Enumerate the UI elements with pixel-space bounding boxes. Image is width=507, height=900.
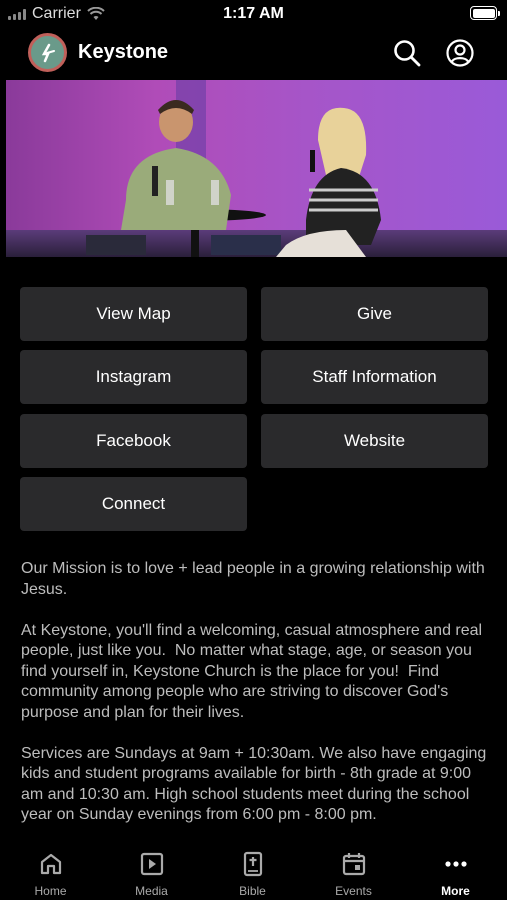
battery-icon [470,6,500,20]
tab-home[interactable]: Home [0,845,101,900]
more-icon [444,861,467,867]
app-title: Keystone [78,41,169,63]
welcome-paragraph: At Keystone, you'll find a welcoming, ca… [21,621,487,721]
search-icon[interactable] [392,38,422,68]
tab-events-label: Events [335,884,372,898]
mission-paragraph: Our Mission is to love + lead people in … [21,560,490,598]
app-logo [28,33,67,72]
hero-photo [6,80,507,257]
tab-bar: Home Media Bible Events More [0,845,507,900]
connect-button[interactable]: Connect [20,477,247,531]
services-paragraph: Services are Sundays at 9am + 10:30am. W… [21,744,491,824]
staff-information-button[interactable]: Staff Information [261,350,488,404]
tab-media[interactable]: Media [101,845,202,900]
nav-bar: Keystone [0,28,507,78]
hero-image [6,80,507,257]
tab-events[interactable]: Events [303,845,404,900]
tab-more[interactable]: More [405,845,506,900]
tab-media-label: Media [135,884,168,898]
bible-icon [243,851,262,877]
tab-bible-label: Bible [239,884,266,898]
home-icon [40,853,61,875]
tab-more-label: More [441,884,470,898]
status-bar: Carrier 1:17 AM [0,0,507,28]
give-button[interactable]: Give [261,287,488,341]
events-icon [342,853,365,876]
view-map-button[interactable]: View Map [20,287,247,341]
website-button[interactable]: Website [261,414,488,468]
tab-home-label: Home [34,884,67,898]
tab-bible[interactable]: Bible [202,845,303,900]
status-time: 1:17 AM [223,5,284,22]
facebook-button[interactable]: Facebook [20,414,247,468]
media-icon [140,852,163,876]
account-icon[interactable] [445,38,475,68]
keystone-logo-icon [41,43,55,62]
about-text: Our Mission is to love + lead people in … [21,559,496,846]
instagram-button[interactable]: Instagram [20,350,247,404]
